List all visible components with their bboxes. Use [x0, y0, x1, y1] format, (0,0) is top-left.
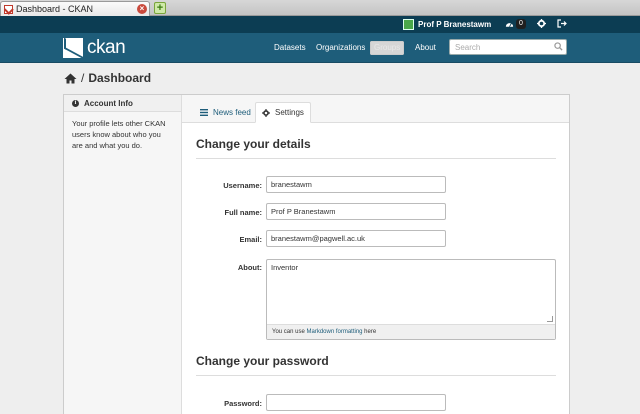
search-input[interactable] — [450, 40, 550, 54]
content-tabs: News feed Settings — [182, 95, 569, 123]
change-password-heading: Change your password — [196, 354, 556, 376]
about-text: Inventor — [271, 263, 299, 272]
cog-icon — [262, 108, 270, 117]
tab-close-icon[interactable]: × — [137, 4, 147, 14]
tab-settings-label: Settings — [275, 108, 304, 117]
nav-groups[interactable]: Groups — [370, 41, 405, 55]
browser-tab-title: Dashboard - CKAN — [16, 4, 94, 14]
password-field[interactable] — [266, 394, 446, 411]
breadcrumb: / Dashboard — [64, 70, 151, 86]
about-textarea[interactable]: Inventor You can use Markdown formatting… — [266, 259, 556, 340]
markdown-formatting-link[interactable]: Markdown formatting — [306, 329, 362, 335]
info-icon: i — [72, 99, 79, 107]
markdown-help-prefix: You can use — [272, 329, 307, 335]
account-info-text: Your profile lets other CKAN users know … — [72, 119, 166, 150]
account-bar: Prof P Branestawm 0 — [0, 16, 640, 33]
email-field[interactable]: branestawm@pagwell.ac.uk — [266, 230, 446, 247]
tab-settings[interactable]: Settings — [255, 102, 311, 123]
home-icon[interactable] — [64, 73, 77, 84]
nav-about[interactable]: About — [411, 41, 440, 55]
masthead: ckan Datasets Organizations Groups About — [0, 33, 640, 63]
markdown-help-suffix: here — [362, 329, 377, 335]
primary-content: News feed Settings Change your details U… — [182, 95, 569, 414]
about-label: About: — [237, 263, 262, 272]
username-field[interactable]: branestawm — [266, 176, 446, 193]
search-icon[interactable] — [554, 42, 563, 51]
settings-gear-icon[interactable] — [537, 19, 546, 28]
user-avatar[interactable] — [403, 19, 414, 30]
account-user-name[interactable]: Prof P Branestawm — [418, 19, 491, 30]
sidebar: i Account Info Your profile lets other C… — [64, 95, 182, 414]
username-label: Username: — [223, 181, 262, 190]
change-details-heading: Change your details — [196, 137, 556, 159]
resize-grip-icon[interactable] — [547, 316, 553, 322]
fullname-label: Full name: — [224, 208, 262, 217]
nav-datasets[interactable]: Datasets — [270, 41, 310, 55]
fullname-field[interactable]: Prof P Branestawm — [266, 203, 446, 220]
breadcrumb-separator: / — [81, 71, 85, 85]
browser-tab-strip: Dashboard - CKAN × + — [0, 0, 640, 16]
logout-icon[interactable] — [557, 19, 567, 28]
dashboard-icon[interactable] — [505, 20, 514, 28]
dashboard-count-badge: 0 — [516, 19, 526, 29]
password-label: Password: — [224, 399, 262, 408]
list-icon — [200, 109, 208, 116]
new-tab-button[interactable]: + — [154, 2, 166, 14]
gmail-favicon-icon — [4, 4, 13, 14]
search-box — [449, 39, 567, 55]
nav-organizations[interactable]: Organizations — [312, 41, 369, 55]
tab-news-feed-label: News feed — [213, 108, 251, 117]
main-wrapper: i Account Info Your profile lets other C… — [63, 94, 570, 414]
breadcrumb-current[interactable]: Dashboard — [88, 71, 151, 85]
browser-tab[interactable]: Dashboard - CKAN × — [0, 1, 150, 16]
email-label: Email: — [239, 235, 262, 244]
tab-news-feed[interactable]: News feed — [194, 102, 257, 123]
account-info-heading: i Account Info — [64, 95, 181, 112]
markdown-help: You can use Markdown formatting here — [267, 324, 555, 339]
account-info-title: Account Info — [84, 98, 133, 108]
